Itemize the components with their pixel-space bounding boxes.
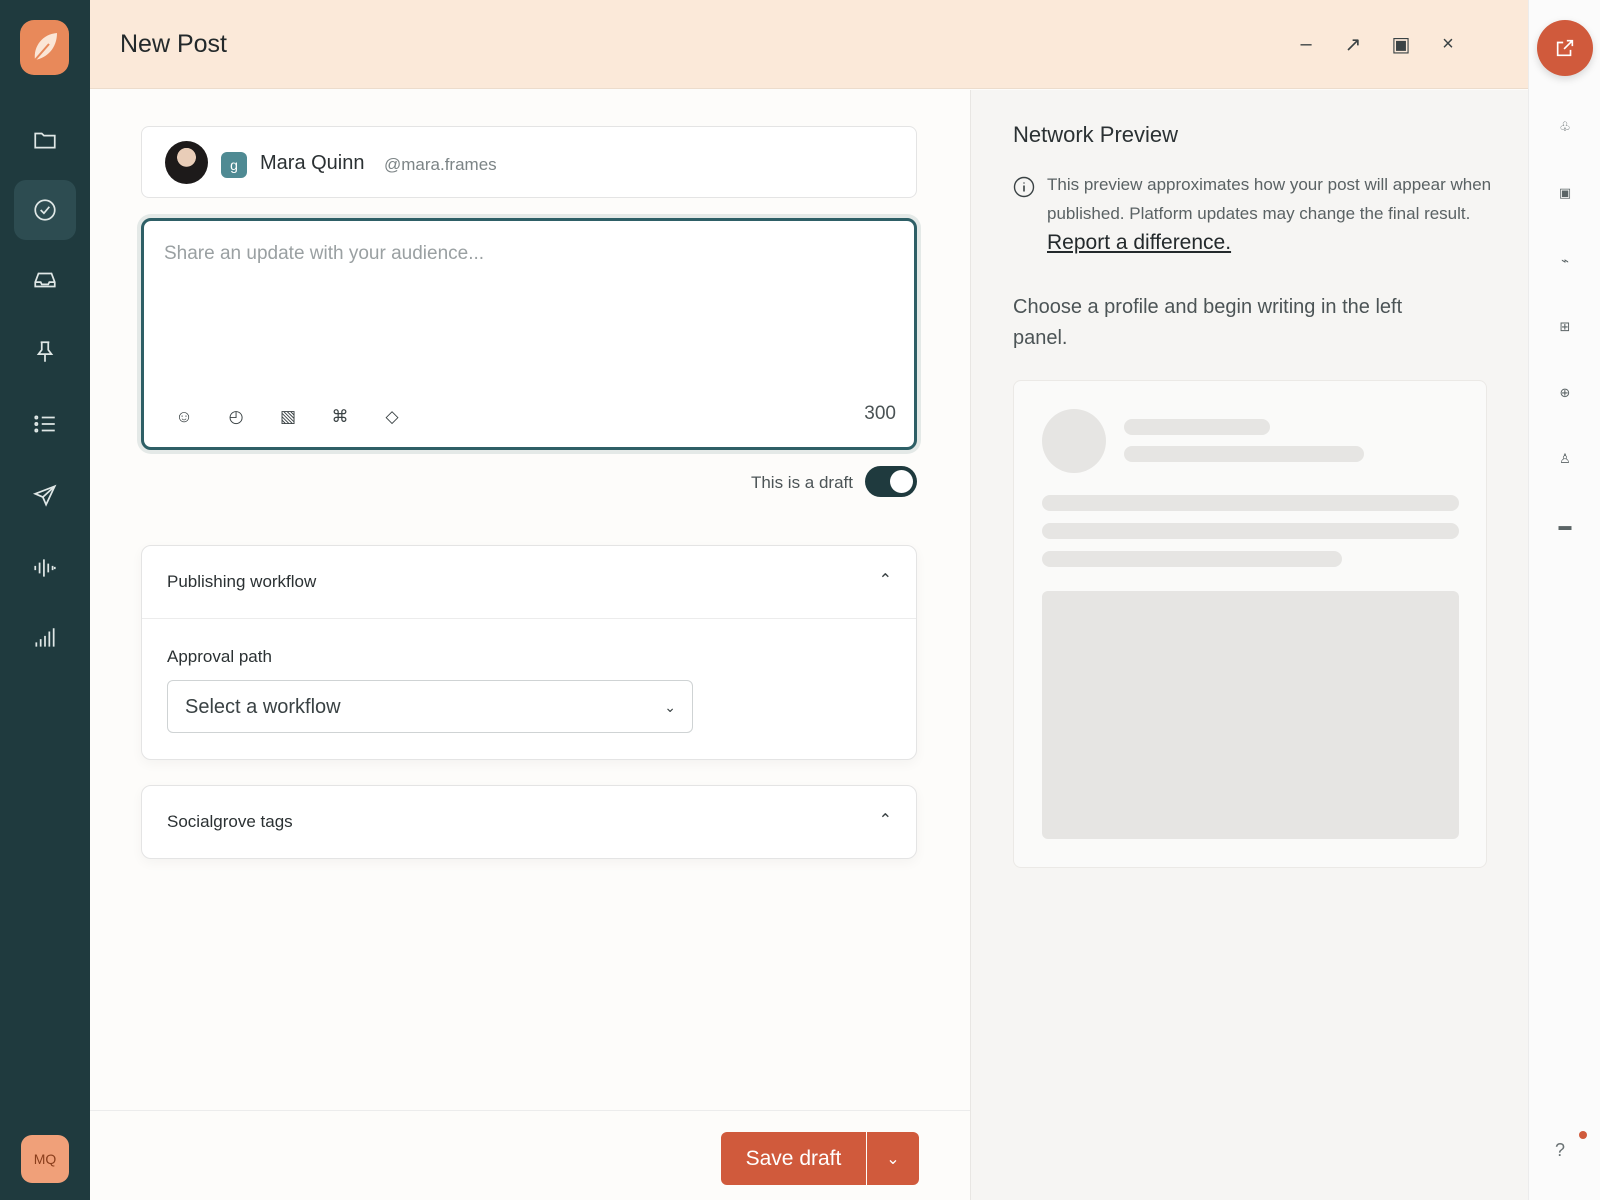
workflow-panel-body: Approval path Select a workflow ⌄ xyxy=(142,618,916,759)
profile-name: Mara Quinn xyxy=(260,152,365,174)
preview-skeleton-card xyxy=(1013,380,1487,868)
preview-message: Choose a profile and begin writing in th… xyxy=(1013,296,1403,349)
preview-title: Network Preview xyxy=(1013,122,1179,147)
inbox-icon[interactable] xyxy=(14,250,76,310)
avatar xyxy=(165,141,208,184)
image-icon[interactable]: ▧ xyxy=(274,403,302,431)
right-rail: ♧ ▣ ⌁ ⊞ ⊕ ♙ ▬ ? xyxy=(1528,0,1600,1200)
tags-panel-title: Socialgrove tags xyxy=(167,812,293,831)
composer-panel: g Mara Quinn @mara.frames Share an updat… xyxy=(90,90,970,1110)
leaf-logo[interactable] xyxy=(20,20,69,75)
notification-dot xyxy=(1579,1131,1587,1139)
report-difference-link[interactable]: Report a difference. xyxy=(1047,231,1231,254)
close-icon[interactable]: × xyxy=(1432,28,1464,60)
workflow-panel-title: Publishing workflow xyxy=(167,572,317,591)
workflow-panel-header[interactable]: Publishing workflow ⌃ xyxy=(142,546,916,618)
skeleton-line xyxy=(1042,523,1459,539)
check-circle-icon[interactable] xyxy=(14,180,76,240)
info-icon xyxy=(1013,176,1035,198)
preview-info: This preview approximates how your post … xyxy=(1047,170,1497,258)
audio-wave-icon[interactable] xyxy=(14,538,76,598)
help-icon[interactable]: ? xyxy=(1555,1140,1565,1161)
page-title: New Post xyxy=(120,30,227,58)
expand-icon[interactable]: ↗ xyxy=(1337,28,1369,60)
grid-icon[interactable]: ⊞ xyxy=(1553,315,1577,339)
bar-chart-icon[interactable] xyxy=(14,608,76,668)
add-circle-icon[interactable]: ⊕ xyxy=(1553,381,1577,405)
minimize-icon[interactable]: – xyxy=(1290,28,1322,60)
post-editor[interactable]: Share an update with your audience... ☺ … xyxy=(141,218,917,450)
puzzle-icon[interactable]: ♧ xyxy=(1553,115,1577,139)
preview-info-text: This preview approximates how your post … xyxy=(1047,175,1492,223)
skeleton-line xyxy=(1042,495,1459,511)
chevron-down-icon: ⌄ xyxy=(886,1150,900,1168)
user-icon[interactable]: ♙ xyxy=(1553,447,1577,471)
save-options-button[interactable]: ⌄ xyxy=(867,1132,919,1185)
approval-path-label: Approval path xyxy=(167,647,272,666)
clock-icon[interactable]: ◴ xyxy=(222,403,250,431)
workflow-select-value: Select a workflow xyxy=(185,696,341,718)
draft-label: This is a draft xyxy=(750,473,853,492)
network-preview-panel: Network Preview This preview approximate… xyxy=(970,90,1528,1200)
square-icon[interactable]: ▣ xyxy=(1553,181,1577,205)
folder-icon[interactable] xyxy=(14,110,76,170)
window-header: New Post – ↗ ▣ × xyxy=(90,0,1528,89)
workflow-select[interactable]: Select a workflow ⌄ xyxy=(167,680,693,733)
send-icon[interactable] xyxy=(14,466,76,526)
command-icon[interactable]: ⌘ xyxy=(326,403,354,431)
tag-icon[interactable]: ◇ xyxy=(378,403,406,431)
char-counter: 300 xyxy=(864,403,896,424)
chevron-up-icon[interactable]: ⌃ xyxy=(879,810,892,830)
tags-panel: Socialgrove tags ⌃ xyxy=(141,785,917,859)
skeleton-line xyxy=(1124,446,1364,462)
composer-footer: Save draft ⌄ xyxy=(90,1110,970,1200)
keyboard-icon[interactable]: ▬ xyxy=(1553,513,1577,537)
emoji-icon[interactable]: ☺ xyxy=(170,403,198,431)
user-avatar[interactable]: MQ xyxy=(21,1135,69,1183)
network-badge: g xyxy=(221,152,247,178)
skeleton-line xyxy=(1124,419,1270,435)
list-icon[interactable] xyxy=(14,394,76,454)
left-sidebar: MQ xyxy=(0,0,90,1200)
publishing-workflow-panel: Publishing workflow ⌃ Approval path Sele… xyxy=(141,545,917,760)
editor-placeholder: Share an update with your audience... xyxy=(164,243,485,264)
skeleton-avatar xyxy=(1042,409,1106,473)
chevron-down-icon: ⌄ xyxy=(664,699,676,715)
save-draft-button[interactable]: Save draft xyxy=(721,1132,866,1185)
pin-icon[interactable] xyxy=(14,322,76,382)
chevron-up-icon[interactable]: ⌃ xyxy=(879,570,892,590)
profile-selector[interactable]: g Mara Quinn @mara.frames xyxy=(141,126,917,198)
external-link-icon[interactable] xyxy=(1537,20,1593,76)
draft-toggle[interactable] xyxy=(865,466,917,497)
toggle-knob xyxy=(890,470,913,493)
skeleton-image xyxy=(1042,591,1459,839)
skeleton-line xyxy=(1042,551,1342,567)
profile-handle: @mara.frames xyxy=(384,155,497,174)
draft-toggle-row: This is a draft xyxy=(141,466,917,498)
link-icon[interactable]: ⌁ xyxy=(1553,249,1577,273)
maximize-icon[interactable]: ▣ xyxy=(1385,28,1417,60)
tags-panel-header[interactable]: Socialgrove tags ⌃ xyxy=(142,786,916,858)
